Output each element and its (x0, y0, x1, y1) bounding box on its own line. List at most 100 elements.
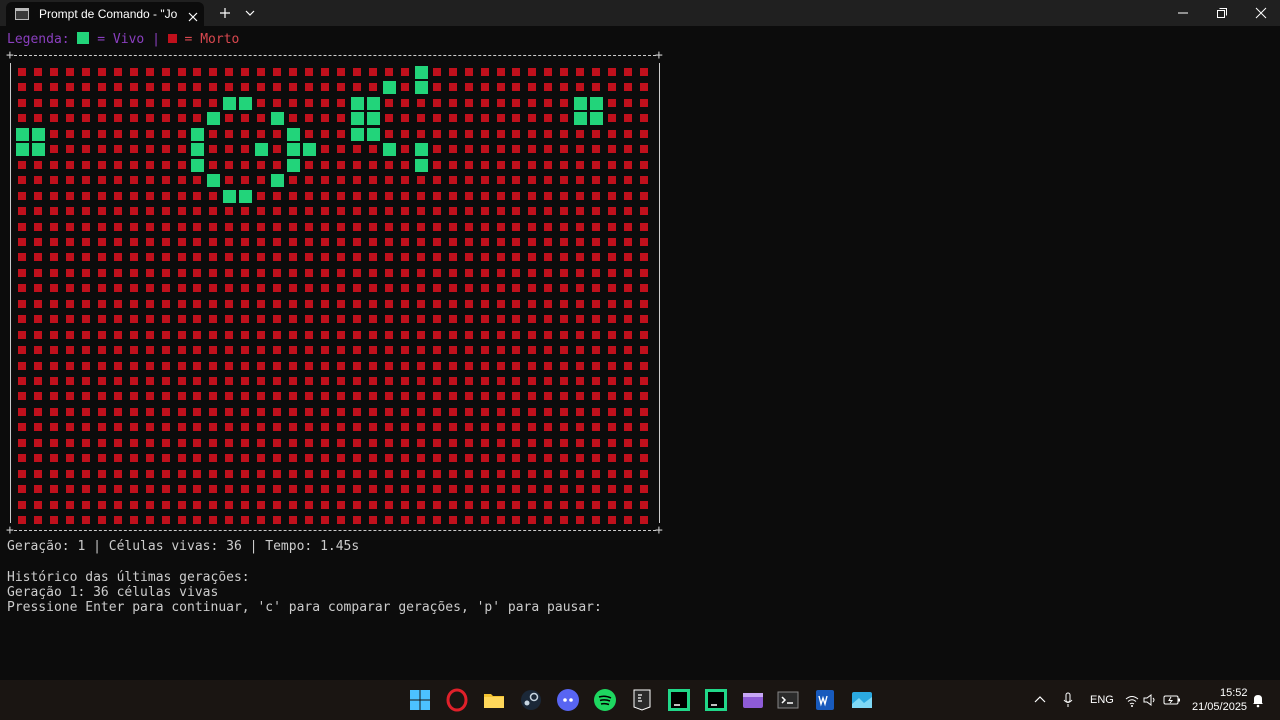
dead-cell (305, 83, 314, 92)
dead-cell (145, 361, 154, 370)
language-indicator[interactable]: ENG (1090, 694, 1114, 706)
clion-icon[interactable] (667, 688, 691, 712)
dead-cell (257, 438, 266, 447)
dead-cell (496, 253, 505, 262)
dead-cell (177, 114, 186, 123)
dead-cell (464, 83, 473, 92)
dead-cell (49, 114, 58, 123)
dead-cell (352, 207, 361, 216)
dead-cell (368, 346, 377, 355)
dead-cell (97, 83, 106, 92)
dead-cell (528, 299, 537, 308)
dead-cell (512, 222, 521, 231)
dead-cell (129, 284, 138, 293)
dead-cell (18, 268, 26, 277)
volume-icon[interactable] (1142, 692, 1158, 708)
window-close-icon[interactable] (1238, 0, 1280, 26)
dead-cell (161, 114, 170, 123)
dead-cell (129, 423, 138, 432)
dead-cell (145, 160, 154, 169)
word-icon[interactable] (813, 688, 837, 712)
dead-cell (624, 176, 633, 185)
dead-cell (49, 207, 58, 216)
close-icon[interactable] (187, 8, 199, 22)
discord-icon[interactable] (556, 688, 580, 712)
dead-cell (464, 438, 473, 447)
dead-cell (512, 346, 521, 355)
dead-cell (560, 315, 569, 324)
dead-cell (305, 469, 314, 478)
dead-cell (464, 98, 473, 107)
dead-cell (560, 222, 569, 231)
windows-start-icon[interactable] (408, 688, 432, 712)
photos-icon[interactable] (850, 688, 874, 712)
dead-cell (368, 438, 377, 447)
dead-cell (49, 361, 58, 370)
dead-cell (129, 485, 138, 494)
alive-cell (239, 189, 253, 203)
plus-icon[interactable] (217, 5, 233, 21)
alive-cell (287, 143, 301, 157)
dead-cell (576, 377, 585, 385)
epic-games-icon[interactable] (630, 688, 654, 712)
dead-cell (65, 222, 74, 231)
dead-cell (352, 68, 361, 76)
dead-cell (161, 500, 170, 509)
alive-cell (223, 189, 237, 203)
terminal-tab[interactable]: Prompt de Comando - "Jogo_ (6, 2, 204, 26)
dead-cell (480, 423, 489, 432)
dead-cell (289, 346, 298, 355)
dead-cell (241, 438, 250, 447)
alive-cell (191, 143, 205, 157)
dead-cell (432, 377, 441, 385)
video-editor-icon[interactable] (741, 688, 765, 712)
chevron-down-icon[interactable] (242, 5, 258, 21)
dead-cell (321, 315, 330, 324)
clock-time[interactable]: 15:52 (1220, 687, 1248, 699)
dead-cell (400, 222, 409, 231)
dead-cell (576, 145, 585, 154)
dead-cell (512, 438, 521, 447)
pycharm-icon[interactable] (704, 688, 728, 712)
microphone-icon[interactable] (1060, 692, 1076, 708)
dead-cell (225, 516, 234, 525)
dead-cell (193, 438, 202, 447)
dead-cell (321, 222, 330, 231)
dead-cell (384, 253, 393, 262)
battery-icon[interactable] (1163, 692, 1181, 708)
wifi-icon[interactable] (1124, 692, 1140, 708)
dead-cell (49, 438, 58, 447)
notification-bell-icon[interactable] (1250, 692, 1266, 708)
dead-cell (321, 191, 330, 200)
dead-cell (544, 129, 553, 138)
dead-cell (321, 423, 330, 432)
dead-cell (161, 377, 170, 385)
dead-cell (624, 407, 633, 416)
spotify-icon[interactable] (593, 688, 617, 712)
dead-cell (129, 253, 138, 262)
dead-cell (145, 330, 154, 339)
tab-title: Prompt de Comando - "Jogo_ (39, 7, 177, 21)
chevron-up-icon[interactable] (1032, 692, 1048, 708)
dead-cell (305, 423, 314, 432)
steam-icon[interactable] (519, 688, 543, 712)
opera-icon[interactable] (445, 688, 469, 712)
dead-cell (97, 145, 106, 154)
dead-cell (624, 469, 633, 478)
dead-cell (496, 98, 505, 107)
dead-cell (576, 438, 585, 447)
terminal-icon[interactable] (776, 688, 800, 712)
clock-date[interactable]: 21/05/2025 (1192, 701, 1247, 713)
dead-cell (257, 454, 266, 463)
dead-cell (65, 469, 74, 478)
dead-cell (528, 98, 537, 107)
dead-cell (81, 253, 90, 262)
dead-cell (145, 423, 154, 432)
dead-cell (480, 253, 489, 262)
dead-cell (257, 330, 266, 339)
file-explorer-icon[interactable] (482, 688, 506, 712)
dead-cell (448, 377, 457, 385)
dead-cell (624, 207, 633, 216)
dead-cell (225, 114, 234, 123)
dead-cell (305, 407, 314, 416)
